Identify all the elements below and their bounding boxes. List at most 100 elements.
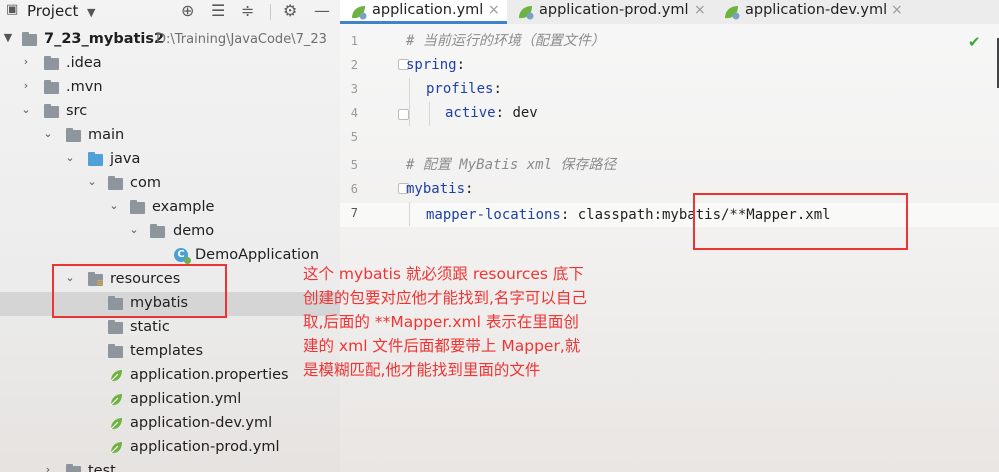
folder-icon	[22, 32, 37, 46]
source-folder-icon	[88, 152, 103, 166]
tree-item-idea[interactable]: › .idea	[0, 52, 340, 76]
chevron-right-icon[interactable]: ›	[20, 79, 32, 92]
tree-item-application-properties[interactable]: application.properties	[0, 364, 340, 388]
project-title[interactable]: Project	[27, 2, 78, 20]
line-number: 5	[350, 130, 358, 144]
chevron-down-icon[interactable]: ⌄	[108, 199, 120, 212]
line-number: 7	[350, 206, 358, 220]
close-icon[interactable]: ×	[891, 2, 903, 18]
tree-item-label: com	[130, 175, 161, 191]
spring-leaf-icon	[110, 418, 122, 430]
tree-item-main[interactable]: ⌄ main	[0, 124, 340, 148]
code-line-3[interactable]: profiles:	[426, 77, 502, 101]
tree-item-templates[interactable]: templates	[0, 340, 340, 364]
chevron-down-icon[interactable]: ▼	[2, 31, 14, 44]
spring-yml-icon	[352, 6, 367, 20]
locate-icon[interactable]: ⊕	[181, 1, 194, 20]
tree-item-label: application.yml	[130, 391, 242, 407]
tree-item-application-yml[interactable]: application.yml	[0, 388, 340, 412]
folder-icon	[44, 104, 59, 118]
chevron-down-icon[interactable]: ⌄	[86, 175, 98, 188]
tree-item-mvn[interactable]: › .mvn	[0, 76, 340, 100]
chevron-down-icon[interactable]: ▼	[87, 6, 95, 19]
yaml-key: spring	[406, 57, 457, 73]
line-number: 6	[350, 182, 358, 196]
highlight-box-resources-mybatis	[52, 264, 227, 318]
tree-item-java[interactable]: ⌄ java	[0, 148, 340, 172]
gear-icon[interactable]: ⚙	[283, 1, 297, 20]
yaml-key: profiles	[426, 81, 494, 97]
project-header: ▣ Project ▼ ⊕ ☰ ≑ ⚙ —	[0, 0, 340, 24]
tree-item-test[interactable]: › test	[0, 460, 340, 472]
chevron-down-icon[interactable]: ⌄	[42, 127, 54, 140]
yaml-key: mybatis	[406, 181, 466, 197]
tree-item-label: src	[66, 103, 88, 119]
chevron-down-icon[interactable]: ⌄	[20, 103, 32, 116]
tree-item-label: demo	[173, 223, 215, 239]
tab-label: application-prod.yml	[539, 2, 689, 18]
tab-label: application.yml	[372, 2, 484, 18]
code-line-4[interactable]: active: dev	[445, 101, 538, 125]
yaml-key: mapper-locations	[426, 207, 561, 223]
expand-all-icon[interactable]: ☰	[211, 1, 225, 20]
tree-item-label: templates	[130, 343, 204, 359]
chevron-right-icon[interactable]: ›	[20, 55, 32, 68]
tab-application-prod-yml[interactable]: application-prod.yml ×	[507, 0, 713, 24]
code-line-1[interactable]: # 当前运行的环境（配置文件）	[406, 29, 605, 53]
tree-item-project-root[interactable]: ▼ 7_23_mybatis2 D:\Training\JavaCode\7_2…	[0, 28, 340, 52]
package-icon	[150, 224, 165, 238]
code-line-2[interactable]: spring:	[406, 53, 465, 77]
tree-item-application-dev-yml[interactable]: application-dev.yml	[0, 412, 340, 436]
tab-application-yml[interactable]: application.yml ×	[340, 0, 507, 24]
line-number: 4	[350, 106, 358, 120]
project-view-icon: ▣	[6, 2, 19, 17]
tree-item-label: .idea	[66, 55, 102, 71]
tree-item-label: application.properties	[130, 367, 289, 383]
check-icon: ✔	[968, 33, 981, 51]
close-icon[interactable]: ×	[488, 2, 500, 18]
line-number: 3	[350, 82, 358, 96]
divider	[270, 4, 271, 20]
folder-icon	[108, 344, 123, 358]
tree-item-label: static	[130, 319, 170, 335]
chevron-down-icon[interactable]: ⌄	[64, 151, 76, 164]
fold-marker-icon[interactable]	[398, 109, 409, 120]
line-number: 1	[350, 34, 358, 48]
folder-icon	[44, 80, 59, 94]
folder-icon	[66, 128, 81, 142]
folder-icon	[66, 464, 81, 472]
folder-icon	[44, 56, 59, 70]
spring-yml-icon	[725, 6, 740, 20]
indent-guide	[409, 78, 410, 126]
tree-item-demo[interactable]: ⌄ demo	[0, 220, 340, 244]
code-line-7[interactable]: mybatis:	[406, 177, 473, 201]
tab-label: application-dev.yml	[745, 2, 888, 18]
chevron-right-icon[interactable]: ›	[42, 463, 54, 472]
close-icon[interactable]: ×	[694, 2, 706, 18]
tree-item-src[interactable]: ⌄ src	[0, 100, 340, 124]
tree-item-label: example	[152, 199, 215, 215]
hide-icon[interactable]: —	[314, 1, 330, 20]
project-panel: ▣ Project ▼ ⊕ ☰ ≑ ⚙ — ▼ 7_23_mybatis2 D:…	[0, 0, 340, 472]
spring-leaf-icon	[110, 442, 122, 454]
folder-icon	[108, 320, 123, 334]
tree-item-label: .mvn	[66, 79, 103, 95]
tree-item-example[interactable]: ⌄ example	[0, 196, 340, 220]
editor-tabs: application.yml × application-prod.yml ×…	[340, 0, 999, 24]
editor-panel: application.yml × application-prod.yml ×…	[340, 0, 999, 472]
highlight-box-mapper-path	[693, 193, 908, 250]
chevron-down-icon[interactable]: ⌄	[128, 223, 140, 236]
tree-item-label: 7_23_mybatis2	[44, 31, 165, 47]
tree-item-label: java	[110, 151, 141, 167]
yaml-key: active	[445, 105, 496, 121]
collapse-all-icon[interactable]: ≑	[241, 1, 254, 20]
package-icon	[108, 176, 123, 190]
line-number-gutter: 1 2 3 4 5 6 7 5	[340, 24, 364, 472]
annotation-text: 这个 mybatis 就必须跟 resources 底下 创建的包要对应他才能找…	[303, 265, 587, 379]
code-line-6[interactable]: # 配置 MyBatis xml 保存路径	[406, 153, 616, 177]
tree-item-com[interactable]: ⌄ com	[0, 172, 340, 196]
tab-application-dev-yml[interactable]: application-dev.yml ×	[713, 0, 913, 24]
project-path: D:\Training\JavaCode\7_23	[156, 32, 327, 47]
tree-item-application-prod-yml[interactable]: application-prod.yml	[0, 436, 340, 460]
tree-item-static[interactable]: static	[0, 316, 340, 340]
